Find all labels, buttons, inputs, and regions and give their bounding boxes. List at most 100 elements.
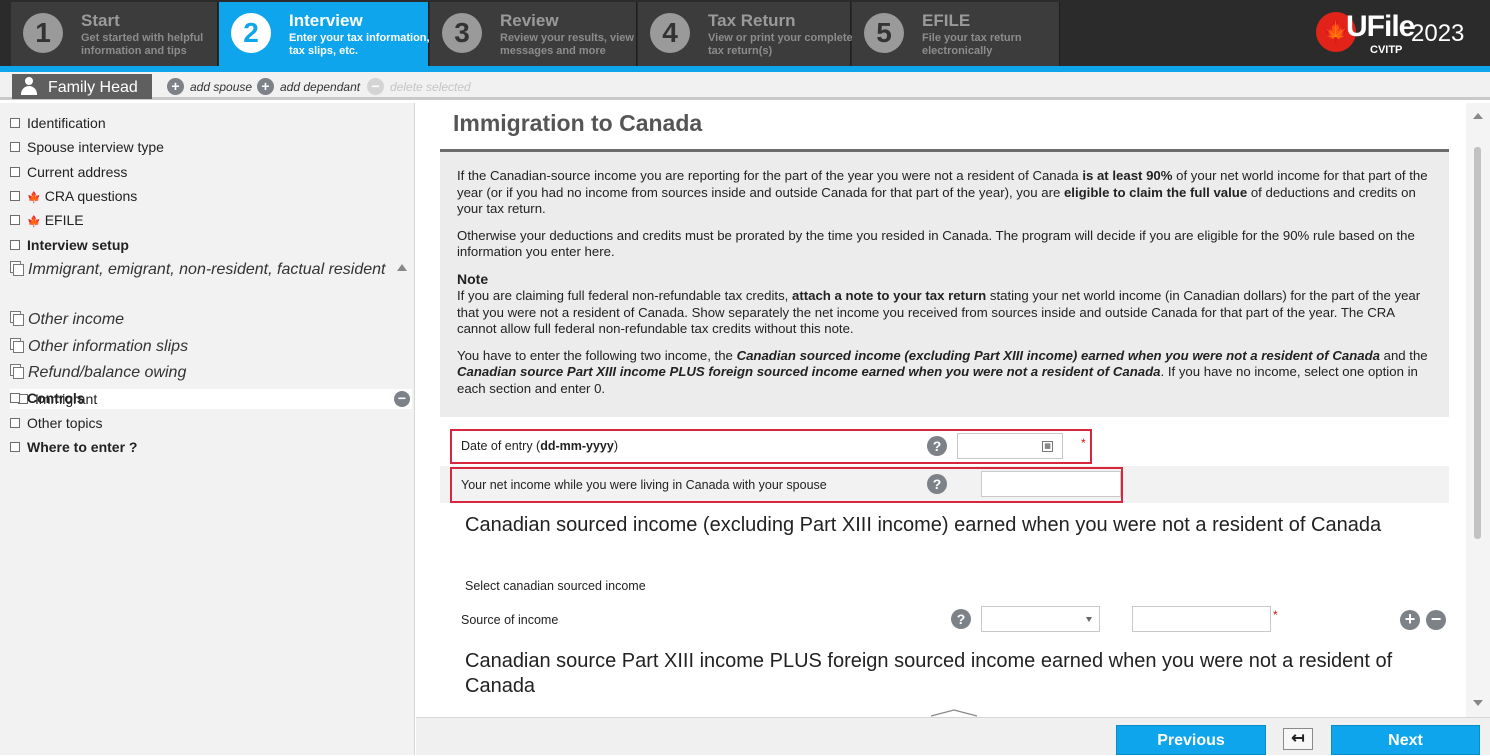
step-description: File your tax return electronically <box>922 32 1022 57</box>
sidebar-item-refund-balance[interactable]: Refund/balance owing <box>10 363 187 382</box>
family-head-tab[interactable]: Family Head <box>12 74 152 99</box>
interview-sidebar: Identification Spouse interview type Cur… <box>0 103 415 755</box>
next-button[interactable]: Next <box>1331 725 1480 755</box>
step-efile[interactable]: 5 EFILE File your tax return electronica… <box>852 2 1060 66</box>
sidebar-item-label: Interview setup <box>27 237 129 253</box>
sidebar-group-immigrant-emigrant[interactable]: Immigrant, emigrant, non-resident, factu… <box>10 260 386 279</box>
sidebar-item-identification[interactable]: Identification <box>10 115 106 131</box>
info-panel: If the Canadian-source income you are re… <box>440 149 1449 417</box>
sidebar-item-label: Refund/balance owing <box>28 364 187 381</box>
sidebar-item-efile[interactable]: 🍁 EFILE <box>10 212 84 228</box>
highlight-box <box>450 429 1092 464</box>
info-paragraph: If the Canadian-source income you are re… <box>457 168 1428 216</box>
back-arrow-button[interactable]: ↤ <box>1283 728 1313 750</box>
pages-icon <box>10 310 24 326</box>
step-title: Interview <box>289 11 363 30</box>
source-of-income-amount-input[interactable] <box>1132 606 1271 632</box>
scroll-down-icon[interactable] <box>1473 700 1483 706</box>
pages-icon <box>10 260 24 276</box>
sidebar-item-label: Other topics <box>27 415 103 431</box>
ufile-logo: 🍁 UFile 2023 CVITP <box>1316 10 1481 58</box>
required-marker: * <box>1273 608 1278 622</box>
plus-icon: + <box>167 78 184 95</box>
sidebar-item-spouse-interview-type[interactable]: Spouse interview type <box>10 139 164 155</box>
info-paragraph: You have to enter the following two inco… <box>457 347 1428 396</box>
logo-year: 2023 <box>1411 20 1465 47</box>
family-head-label: Family Head <box>48 79 138 96</box>
bottom-navigation-bar: Previous ↤ Next <box>416 717 1490 755</box>
sidebar-item-other-topics[interactable]: Other topics <box>10 415 102 431</box>
checkbox-icon <box>10 215 20 226</box>
sidebar-item-where-to-enter[interactable]: Where to enter ? <box>10 439 137 455</box>
sidebar-item-other-income[interactable]: Other income <box>10 310 125 329</box>
sidebar-item-label: Controls <box>27 390 85 406</box>
step-title: Tax Return <box>708 11 796 30</box>
highlight-box <box>450 467 1123 503</box>
checkbox-icon <box>10 191 20 202</box>
note-heading: Note <box>457 270 489 287</box>
checkbox-icon <box>10 167 20 178</box>
source-of-income-select[interactable] <box>981 606 1100 632</box>
step-number: 5 <box>864 13 904 53</box>
family-bar: Family Head + add spouse + add dependant… <box>0 72 1490 100</box>
step-title: EFILE <box>922 11 971 30</box>
step-number: 3 <box>442 13 482 53</box>
checkbox-icon <box>10 142 20 153</box>
add-row-button[interactable]: + <box>1400 610 1420 630</box>
logo-edition: CVITP <box>1370 44 1403 56</box>
step-tax-return[interactable]: 4 Tax Return View or print your complete… <box>638 2 853 66</box>
delete-selected-label: delete selected <box>390 80 471 94</box>
remove-row-button[interactable]: − <box>1426 610 1446 630</box>
remove-icon[interactable]: − <box>394 391 410 407</box>
sidebar-item-label: Other income <box>28 311 125 328</box>
step-navigation-bar: 1 Start Get started with helpful informa… <box>0 0 1490 66</box>
maple-leaf-icon: 🍁 <box>27 216 41 228</box>
sidebar-item-label: Where to enter ? <box>27 439 138 455</box>
step-description: Get started with helpful information and… <box>81 32 204 57</box>
sidebar-item-label: EFILE <box>44 212 84 228</box>
step-description: Enter your tax information, tax slips, e… <box>289 32 430 57</box>
page-title: Immigration to Canada <box>453 110 703 136</box>
step-review[interactable]: 3 Review Review your results, view messa… <box>430 2 637 66</box>
sidebar-item-current-address[interactable]: Current address <box>10 164 127 180</box>
step-number: 2 <box>231 13 271 53</box>
step-start[interactable]: 1 Start Get started with helpful informa… <box>11 2 218 66</box>
select-canadian-sourced-income-label: Select canadian sourced income <box>465 579 646 593</box>
section-part-xiii-foreign-income: Canadian source Part XIII income PLUS fo… <box>465 650 1393 697</box>
scrollbar-thumb[interactable] <box>1474 147 1481 539</box>
step-number: 4 <box>650 13 690 53</box>
sidebar-item-cra-questions[interactable]: 🍁 CRA questions <box>10 188 137 204</box>
help-icon[interactable]: ? <box>951 609 971 629</box>
plus-icon: + <box>257 78 274 95</box>
sidebar-item-label: Spouse interview type <box>27 139 164 155</box>
vertical-scrollbar[interactable] <box>1466 103 1490 717</box>
checkbox-icon <box>10 118 20 129</box>
sidebar-item-controls[interactable]: Controls <box>10 390 85 406</box>
pages-icon <box>10 337 24 353</box>
sidebar-item-label: Immigrant, emigrant, non-resident, factu… <box>28 261 386 278</box>
chevron-down-icon <box>1086 617 1092 622</box>
previous-button[interactable]: Previous <box>1116 725 1266 755</box>
step-interview[interactable]: 2 Interview Enter your tax information, … <box>219 2 430 66</box>
person-icon <box>20 77 38 95</box>
scroll-up-icon[interactable] <box>1473 113 1483 119</box>
sidebar-item-label: Identification <box>27 115 106 131</box>
scroll-hint-chevron-icon <box>930 709 978 717</box>
section-canadian-sourced-income: Canadian sourced income (excluding Part … <box>465 514 1382 536</box>
step-number: 1 <box>23 13 63 53</box>
info-paragraph: If you are claiming full federal non-ref… <box>457 288 1421 336</box>
sidebar-item-label: Other information slips <box>28 338 189 355</box>
checkbox-icon <box>10 418 20 429</box>
checkbox-icon <box>10 442 20 453</box>
add-dependant-label: add dependant <box>280 80 361 94</box>
checkbox-icon <box>10 393 20 404</box>
add-spouse-label: add spouse <box>190 80 253 94</box>
collapse-up-icon[interactable] <box>397 264 407 271</box>
source-of-income-label: Source of income <box>461 613 559 627</box>
maple-leaf-icon: 🍁 <box>27 192 41 204</box>
sidebar-item-label: Current address <box>27 164 128 180</box>
logo-brand: UFile <box>1346 10 1415 43</box>
step-description: Review your results, view messages and m… <box>500 32 634 57</box>
sidebar-item-other-information-slips[interactable]: Other information slips <box>10 337 189 356</box>
sidebar-item-interview-setup[interactable]: Interview setup <box>10 237 129 253</box>
